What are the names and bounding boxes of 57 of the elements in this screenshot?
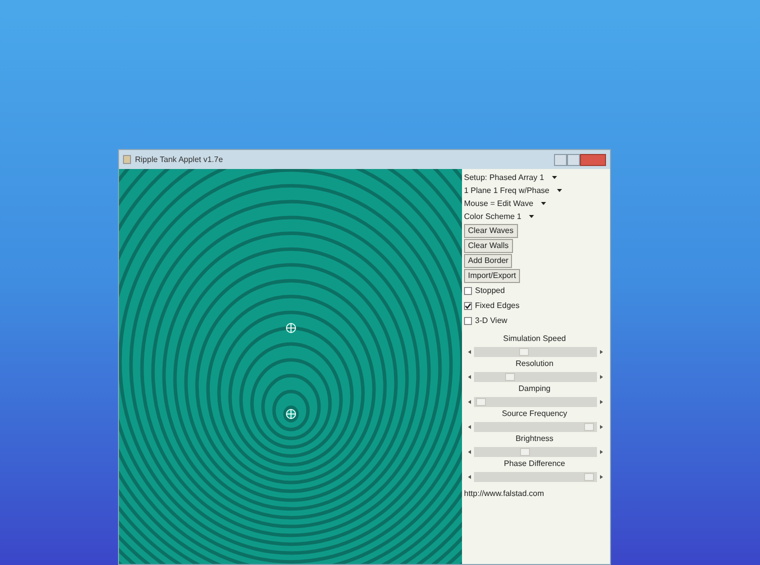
slider-thumb[interactable] — [520, 448, 530, 456]
right-arrow-icon[interactable] — [600, 474, 602, 478]
slider-track[interactable] — [474, 396, 597, 406]
slider-track[interactable] — [474, 446, 597, 456]
right-arrow-icon[interactable] — [600, 424, 602, 428]
right-arrow-icon[interactable] — [600, 450, 602, 454]
slider-track[interactable] — [474, 346, 597, 356]
slider-label: Brightness — [514, 433, 554, 445]
checkmark-icon — [465, 302, 471, 308]
left-arrow-icon[interactable] — [468, 450, 470, 454]
right-arrow-icon[interactable] — [600, 374, 602, 378]
dropdown[interactable]: Color Scheme 1 — [464, 210, 534, 223]
checkbox[interactable] — [464, 316, 472, 324]
right-arrow-icon[interactable] — [600, 400, 602, 404]
checkbox[interactable] — [464, 302, 472, 310]
action-button[interactable]: Add Border — [464, 254, 512, 268]
slider-track[interactable] — [474, 372, 597, 382]
slider-thumb[interactable] — [519, 348, 530, 356]
slider-thumb[interactable] — [504, 372, 514, 380]
action-button[interactable]: Import/Export — [464, 269, 520, 283]
caret-icon — [557, 189, 562, 192]
left-arrow-icon[interactable] — [468, 374, 470, 378]
slider-label: Resolution — [514, 358, 554, 370]
checkbox-label: Fixed Edges — [475, 300, 520, 312]
action-button[interactable]: Clear Walls — [464, 239, 513, 253]
slider-track[interactable] — [474, 472, 597, 482]
app-icon — [123, 155, 131, 164]
left-arrow-icon[interactable] — [468, 350, 470, 354]
right-arrow-icon[interactable] — [600, 350, 602, 354]
slider-track[interactable] — [474, 422, 597, 432]
slider-thumb[interactable] — [584, 472, 594, 480]
checkbox[interactable] — [464, 286, 472, 294]
website-link[interactable]: http://www.falstad.com — [464, 488, 605, 500]
slider-label: Source Frequency — [500, 408, 568, 420]
left-arrow-icon[interactable] — [468, 400, 470, 404]
dropdown[interactable]: 1 Plane 1 Freq w/Phase — [464, 184, 562, 197]
minimize-button[interactable] — [554, 154, 567, 166]
caret-icon — [541, 202, 546, 205]
slider-label: Damping — [517, 383, 552, 395]
checkbox-label: 3-D View — [475, 314, 508, 326]
close-button[interactable] — [580, 154, 606, 166]
action-button[interactable]: Clear Waves — [464, 224, 518, 238]
left-arrow-icon[interactable] — [468, 424, 470, 428]
maximize-button[interactable] — [567, 154, 580, 166]
dropdown[interactable]: Setup: Phased Array 1 — [464, 171, 558, 184]
slider-thumb[interactable] — [476, 398, 486, 406]
slider-label: Phase Difference — [502, 458, 566, 470]
dropdown[interactable]: Mouse = Edit Wave — [464, 197, 546, 210]
caret-icon — [529, 215, 534, 218]
crosshair-icon — [286, 408, 296, 420]
caret-icon — [552, 176, 558, 179]
window-title: Ripple Tank Applet v1.7e — [135, 154, 223, 166]
left-arrow-icon[interactable] — [468, 474, 470, 478]
slider-thumb[interactable] — [584, 422, 594, 430]
slider-label: Simulation Speed — [502, 333, 567, 345]
crosshair-icon — [286, 322, 296, 334]
checkbox-label: Stopped — [475, 284, 505, 296]
